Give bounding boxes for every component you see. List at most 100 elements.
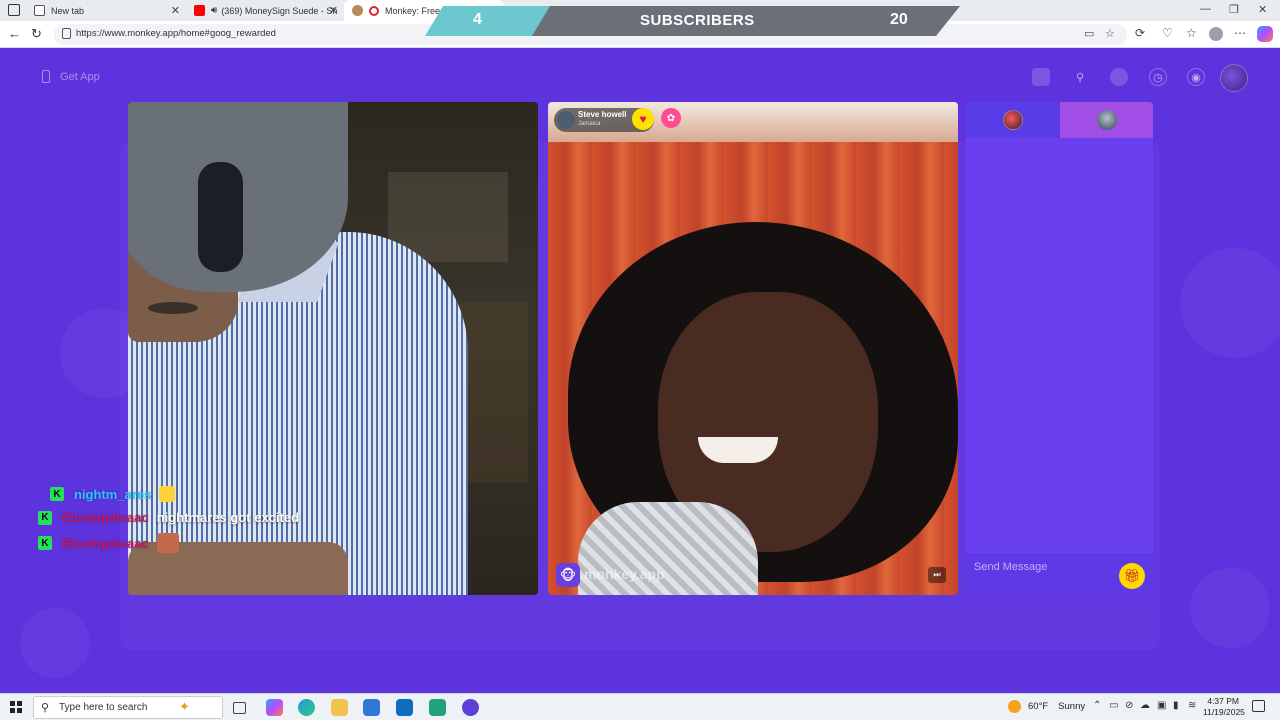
extensions-icon[interactable]: ⟳ (1135, 26, 1145, 40)
recording-icon (369, 5, 379, 16)
send-message-input[interactable]: Send Message 🎁︎ (966, 553, 1153, 595)
kick-badge-icon: K (38, 510, 52, 525)
notifications-icon[interactable] (1252, 700, 1265, 712)
partner-location: Jamaica (578, 121, 601, 127)
monkey-favicon-icon (352, 5, 363, 16)
store-icon[interactable] (363, 699, 380, 716)
lock-icon[interactable] (62, 28, 71, 39)
clock-date: 11/19/2025 (1203, 707, 1245, 717)
tab-youtube[interactable]: 🔊︎ (369) MoneySign Suede - Sh ✕ (186, 0, 344, 21)
chat-username: nightm_ares (74, 486, 152, 502)
file-explorer-icon[interactable] (331, 699, 348, 716)
background-bubble (1180, 248, 1280, 358)
subscriber-goal: 20 (890, 11, 908, 28)
history-icon[interactable]: ◷ (1149, 68, 1167, 86)
tab-title: (369) MoneySign Suede - Sh (221, 5, 338, 16)
youtube-icon (194, 5, 205, 16)
speaker-icon[interactable]: 🔊︎ (211, 5, 217, 16)
outlook-icon[interactable] (396, 699, 413, 716)
task-view-icon[interactable] (233, 702, 246, 714)
watermark: monkey.app (584, 566, 665, 582)
search-icon: ⚲ (41, 702, 50, 714)
chat-line: K Elcompaisaac nightmares got excited (38, 510, 299, 525)
chat-message: nightmares got excited (156, 510, 300, 525)
partner-name: Steve howell (578, 110, 627, 119)
obs-icon[interactable] (462, 699, 479, 716)
chat-line: K nightm_ares (50, 486, 176, 502)
subscriber-count-current: 4 (473, 11, 482, 28)
get-app-button[interactable]: Get App (42, 70, 100, 83)
search-highlight-icon: ✦ (179, 699, 190, 714)
chevron-up-icon[interactable]: ⌃ (1093, 700, 1101, 711)
app-icon[interactable] (429, 699, 446, 716)
partner-avatar (1096, 110, 1117, 130)
camera-icon[interactable]: ▭ (1084, 27, 1094, 40)
user-avatar[interactable] (1220, 64, 1248, 92)
close-window-icon[interactable]: ✕ (1258, 3, 1267, 16)
close-tab-icon[interactable]: ✕ (329, 4, 338, 17)
coin-icon[interactable] (1110, 68, 1128, 86)
clock-time: 4:37 PM (1207, 696, 1239, 706)
url-text[interactable]: https://www.monkey.app/home#goog_rewarde… (76, 28, 276, 39)
partner-video (548, 102, 958, 595)
back-icon[interactable]: ← (8, 26, 21, 41)
message-placeholder: Send Message (974, 561, 1048, 573)
refresh-icon[interactable]: ↻ (31, 26, 42, 42)
taskbar: ⚲ Type here to search ✦ 60°F Sunny ⌃ ▭ ⊘… (0, 693, 1280, 720)
favorite-star-icon[interactable]: ☆ (1105, 27, 1115, 40)
edge-icon[interactable] (298, 699, 315, 716)
weather-text: Sunny (1058, 701, 1086, 712)
chat-tab-self[interactable] (966, 102, 1060, 138)
copilot-icon[interactable] (1257, 26, 1273, 42)
skip-icon[interactable]: ⏭︎ (928, 567, 946, 583)
background-bubble (20, 608, 90, 678)
surprised-emoji-icon (159, 486, 176, 502)
subscriber-label: SUBSCRIBERS (640, 12, 755, 29)
weather-temp: 60°F (1028, 701, 1049, 712)
face-emoji-icon (156, 533, 179, 553)
tray-icon[interactable]: ⊘ (1125, 700, 1133, 711)
minimize-icon[interactable]: — (1200, 3, 1211, 15)
taskbar-search[interactable]: ⚲ Type here to search ✦ (33, 696, 223, 719)
favorites-icon[interactable]: ☆ (1186, 26, 1197, 40)
subscriber-overlay: 4 SUBSCRIBERS 20 (425, 6, 960, 36)
battery-icon[interactable]: ▮ (1173, 700, 1179, 711)
cloud-icon[interactable]: ☁︎ (1140, 700, 1150, 711)
self-avatar (1003, 110, 1023, 130)
gift-icon[interactable]: ✿ (661, 108, 681, 128)
monkey-logo-icon: 🐵︎ (556, 563, 580, 587)
taskbar-search-placeholder: Type here to search (59, 702, 148, 713)
new-tab-icon (34, 5, 45, 16)
system-clock[interactable]: 4:37 PM 11/19/2025 (1203, 696, 1245, 718)
partner-avatar (557, 111, 575, 129)
background-bubble (1190, 568, 1270, 648)
eye-icon[interactable]: ◉ (1187, 68, 1205, 86)
chat-username: Elcompaisaac (62, 510, 149, 525)
chat-username: Elcompaisaac (62, 535, 149, 551)
weather-widget[interactable]: 60°F Sunny (1008, 700, 1085, 713)
browser-essentials-icon[interactable]: ♡ (1162, 26, 1173, 40)
headphone (198, 162, 243, 272)
copilot-app-icon[interactable] (266, 699, 283, 716)
chat-panel: Send Message 🎁︎ (966, 102, 1153, 595)
search-icon[interactable]: ⚲ (1071, 68, 1089, 86)
chat-tab-partner[interactable] (1060, 102, 1153, 138)
gift-icon[interactable]: 🎁︎ (1119, 563, 1145, 589)
tray-icon[interactable]: ▣ (1157, 700, 1166, 711)
wifi-icon[interactable]: ≋ (1188, 700, 1196, 711)
kick-badge-icon: K (38, 536, 52, 550)
heart-icon[interactable]: ♥ (632, 108, 654, 130)
kick-badge-icon: K (50, 487, 64, 501)
profile-avatar[interactable] (1209, 27, 1223, 41)
tab-new-tab[interactable]: New tab ✕ (26, 0, 186, 21)
maximize-icon[interactable]: ❐ (1229, 3, 1239, 16)
gift-box-icon[interactable] (1032, 68, 1050, 86)
tab-actions-icon[interactable] (8, 4, 20, 16)
close-tab-icon[interactable]: ✕ (171, 4, 180, 17)
tray-icon[interactable]: ▭ (1109, 700, 1118, 711)
more-options-icon[interactable]: ⋯ (1234, 26, 1246, 40)
chat-line: K Elcompaisaac (38, 533, 179, 553)
windows-start-icon[interactable] (10, 701, 22, 713)
tab-title: New tab (51, 5, 85, 16)
mustache (148, 302, 198, 314)
